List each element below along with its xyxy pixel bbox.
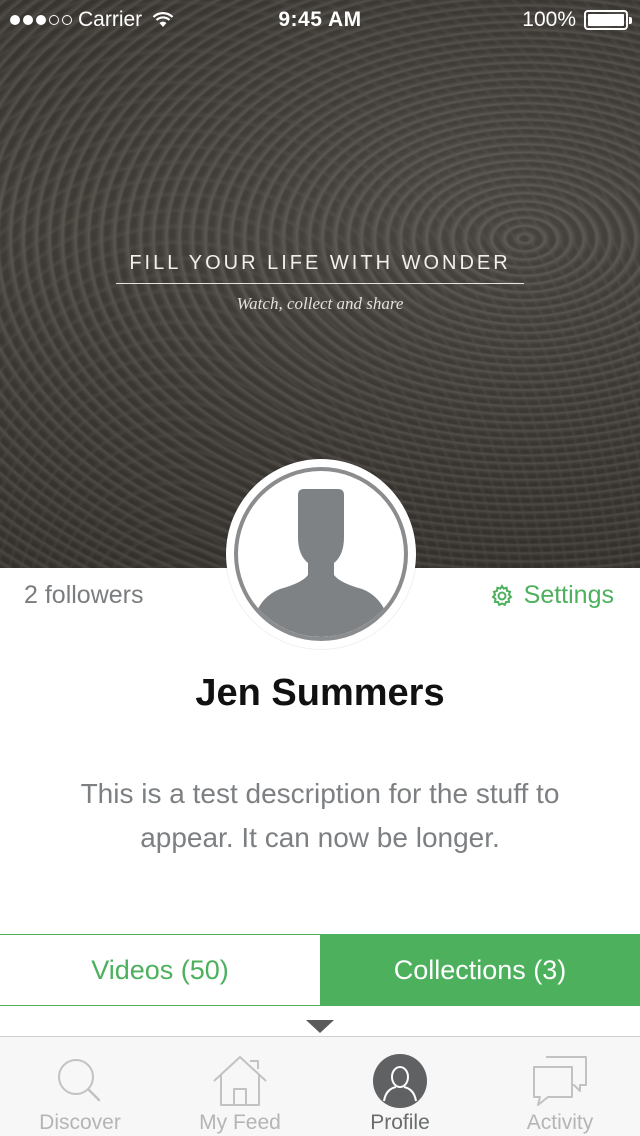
- tagline-subtitle: Watch, collect and share: [236, 294, 404, 313]
- person-silhouette-icon: [250, 489, 392, 637]
- battery-percent: 100%: [522, 8, 576, 31]
- tab-bar: Discover My Feed Profile Activity: [0, 1036, 640, 1136]
- status-bar: Carrier 9:45 AM 100%: [0, 0, 640, 40]
- profile-description: This is a test description for the stuff…: [80, 778, 560, 853]
- hero-tagline: FILL YOUR LIFE WITH WONDER Watch, collec…: [116, 252, 524, 314]
- tabbar-label-my-feed: My Feed: [199, 1111, 281, 1134]
- tab-videos[interactable]: Videos (50): [0, 935, 320, 1005]
- caret-down-icon: [306, 1020, 334, 1033]
- profile-icon: [373, 1054, 427, 1108]
- battery-icon: [584, 10, 632, 30]
- tab-collections[interactable]: Collections (3): [320, 935, 640, 1005]
- tabbar-label-discover: Discover: [39, 1111, 121, 1134]
- home-icon: [213, 1056, 267, 1106]
- settings-button[interactable]: Settings: [490, 581, 614, 610]
- tabbar-item-profile[interactable]: Profile: [320, 1037, 480, 1136]
- followers-count[interactable]: 2 followers: [24, 581, 144, 610]
- tabbar-item-activity[interactable]: Activity: [480, 1037, 640, 1136]
- tabbar-label-activity: Activity: [526, 1111, 594, 1134]
- tabbar-item-my-feed[interactable]: My Feed: [160, 1037, 320, 1136]
- tabbar-label-profile: Profile: [370, 1111, 430, 1134]
- settings-label: Settings: [523, 581, 614, 609]
- content-tabs: Videos (50) Collections (3): [0, 934, 640, 1006]
- tagline-title: FILL YOUR LIFE WITH WONDER: [116, 252, 524, 284]
- tabbar-item-discover[interactable]: Discover: [0, 1037, 160, 1136]
- gear-icon: [491, 583, 513, 606]
- profile-name: Jen Summers: [195, 672, 445, 714]
- search-icon: [58, 1059, 101, 1102]
- avatar[interactable]: [226, 459, 416, 649]
- chat-bubbles-icon: [533, 1056, 587, 1106]
